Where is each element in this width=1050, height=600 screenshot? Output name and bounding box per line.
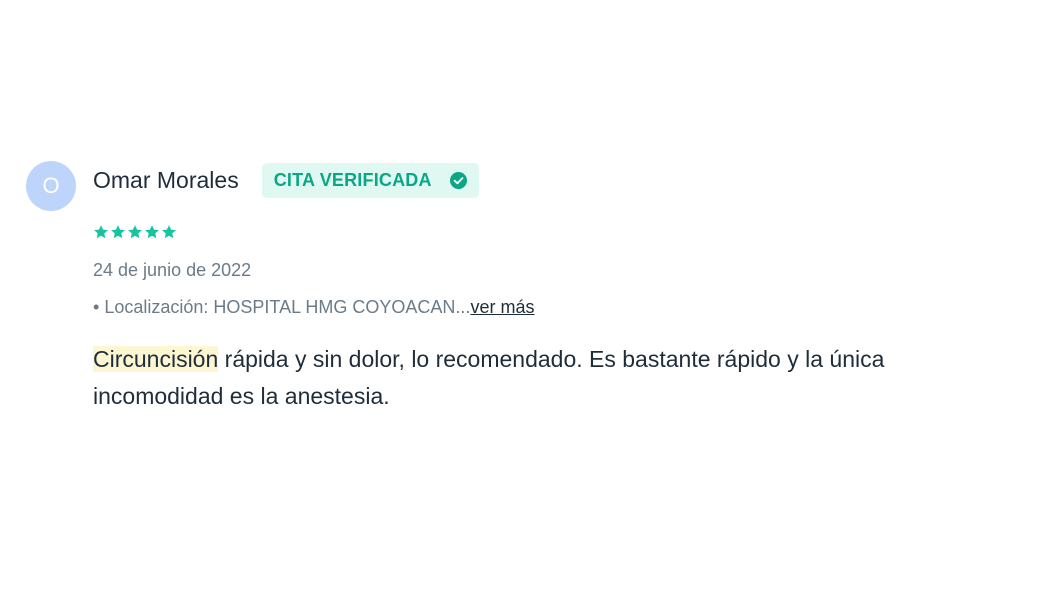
review-date: 24 de junio de 2022 [93, 260, 252, 280]
review-text: Circuncisión rápida y sin dolor, lo reco… [93, 341, 993, 415]
avatar: O [26, 161, 76, 211]
star-icon [94, 225, 108, 239]
highlighted-keyword: Circuncisión [93, 346, 219, 372]
location-bullet: • [93, 297, 100, 317]
verified-badge-label: CITA VERIFICADA [273, 169, 432, 190]
review-content: Omar Morales CITA VERIFICADA 24 de junio… [93, 160, 993, 415]
star-icon [128, 225, 142, 239]
review-header: Omar Morales CITA VERIFICADA [93, 160, 993, 200]
location-text: Localización: HOSPITAL HMG COYOACAN... [104, 297, 471, 317]
star-icon [145, 225, 159, 239]
star-icon [162, 225, 176, 239]
review-location: • Localización: HOSPITAL HMG COYOACAN...… [93, 296, 993, 318]
see-more-link[interactable]: ver más [470, 297, 534, 317]
verified-badge: CITA VERIFICADA [261, 162, 479, 198]
star-icon [111, 225, 125, 239]
star-rating [93, 224, 993, 242]
check-circle-icon [449, 171, 467, 189]
author-name: Omar Morales [93, 167, 239, 193]
